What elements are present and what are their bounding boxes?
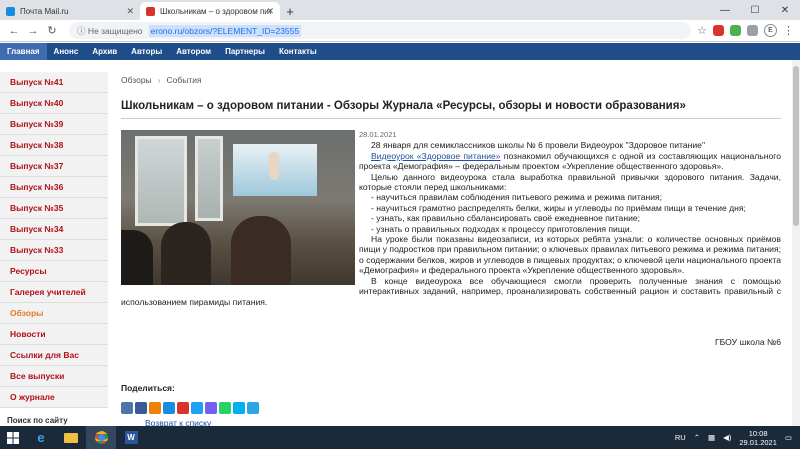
share-label: Поделиться:: [121, 383, 175, 393]
sidebar-item-issue-33[interactable]: Выпуск №33: [0, 240, 108, 261]
language-indicator[interactable]: RU: [675, 433, 686, 442]
system-tray: RU ⌃ ▦ ◀) 10:08 29.01.2021 ▭: [675, 426, 792, 449]
window-controls: — ☐ ✕: [710, 0, 800, 20]
scrollbar-thumb[interactable]: [793, 66, 799, 226]
nav-contacts[interactable]: Контакты: [272, 43, 324, 60]
sidebar: Выпуск №41 Выпуск №40 Выпуск №39 Выпуск …: [0, 72, 108, 426]
breadcrumb-events[interactable]: События: [167, 75, 202, 85]
sidebar-item-issue-37[interactable]: Выпуск №37: [0, 156, 108, 177]
forward-icon[interactable]: →: [25, 25, 41, 37]
sidebar-item-issue-34[interactable]: Выпуск №34: [0, 219, 108, 240]
sidebar-item-issue-35[interactable]: Выпуск №35: [0, 198, 108, 219]
breadcrumb-reviews[interactable]: Обзоры: [121, 75, 152, 85]
breadcrumb: Обзоры › События: [121, 72, 781, 88]
site-search-label: Поиск по сайту: [7, 416, 68, 425]
address-bar: ← → ↻ ⓘ Не защищено erono.ru/obzors/?ELE…: [0, 20, 800, 42]
whatsapp-icon[interactable]: [219, 402, 231, 414]
tray-arrow-icon[interactable]: ⌃: [694, 433, 700, 442]
mail-favicon-icon: [6, 6, 15, 16]
clock-time: 10:08: [748, 428, 768, 438]
sidebar-item-all-issues[interactable]: Все выпуски: [0, 366, 108, 387]
new-tab-button[interactable]: +: [280, 2, 300, 20]
network-icon[interactable]: ▦: [708, 433, 715, 442]
breadcrumb-separator: ›: [157, 75, 161, 85]
security-indicator[interactable]: ⓘ Не защищено: [77, 25, 143, 37]
close-window-icon[interactable]: ✕: [770, 0, 800, 20]
tab-label: Почта Mail.ru: [20, 6, 69, 16]
profile-avatar[interactable]: E: [764, 24, 777, 37]
maximize-icon[interactable]: ☐: [740, 0, 770, 20]
sidebar-item-gallery[interactable]: Галерея учителей: [0, 282, 108, 303]
twitter-icon[interactable]: [191, 402, 203, 414]
photo-spacer: [121, 130, 359, 288]
sidebar-item-issue-40[interactable]: Выпуск №40: [0, 93, 108, 114]
nav-home[interactable]: Главная: [0, 43, 47, 60]
url-text[interactable]: erono.ru/obzors/?ELEMENT_ID=23555: [148, 24, 302, 37]
windows-taskbar: e W RU ⌃ ▦ ◀) 10:08 29.01.2021 ▭: [0, 426, 800, 449]
notifications-icon[interactable]: ▭: [785, 433, 792, 442]
facebook-icon[interactable]: [135, 402, 147, 414]
tab-label: Школьникам – о здоровом пит: [160, 6, 273, 16]
nav-authors[interactable]: Авторы: [124, 43, 169, 60]
explorer-folder-icon[interactable]: [56, 426, 86, 449]
url-input[interactable]: ⓘ Не защищено erono.ru/obzors/?ELEMENT_I…: [69, 22, 692, 39]
main-content: Обзоры › События Школьникам – о здоровом…: [121, 72, 781, 347]
sidebar-item-issue-36[interactable]: Выпуск №36: [0, 177, 108, 198]
volume-icon[interactable]: ◀): [723, 433, 731, 442]
back-icon[interactable]: ←: [6, 25, 22, 37]
sidebar-item-about[interactable]: О журнале: [0, 387, 108, 408]
clock[interactable]: 10:08 29.01.2021: [739, 429, 777, 447]
sidebar-item-issue-41[interactable]: Выпуск №41: [0, 72, 108, 93]
vk-icon[interactable]: [121, 402, 133, 414]
nav-partners[interactable]: Партнеры: [218, 43, 272, 60]
sidebar-item-issue-39[interactable]: Выпуск №39: [0, 114, 108, 135]
reload-icon[interactable]: ↻: [44, 24, 60, 37]
clock-date: 29.01.2021: [739, 437, 777, 447]
puzzle-icon[interactable]: [747, 25, 758, 36]
video-lesson-link[interactable]: Видеоурок «Здоровое питание»: [371, 151, 501, 161]
chrome-icon[interactable]: [86, 426, 116, 449]
ie-icon[interactable]: e: [26, 426, 56, 449]
sidebar-item-reviews[interactable]: Обзоры: [0, 303, 108, 324]
share-icons: [121, 402, 259, 414]
menu-icon[interactable]: ⋮: [783, 24, 794, 37]
extension-icon[interactable]: [713, 25, 724, 36]
site-navigation: Главная Анонс Архив Авторы Автором Партн…: [0, 43, 800, 60]
tab-article[interactable]: Школьникам – о здоровом пит ✕: [140, 2, 280, 20]
moimir-icon[interactable]: [177, 402, 189, 414]
site-favicon-icon: [146, 6, 155, 16]
nav-archive[interactable]: Архив: [85, 43, 124, 60]
odnoklassniki-icon[interactable]: [149, 402, 161, 414]
sidebar-item-links[interactable]: Ссылки для Вас: [0, 345, 108, 366]
sidebar-item-news[interactable]: Новости: [0, 324, 108, 345]
article-body: 28.01.2021 28 января для семиклассников …: [121, 130, 781, 347]
sidebar-item-issue-38[interactable]: Выпуск №38: [0, 135, 108, 156]
telegram-icon[interactable]: [247, 402, 259, 414]
windows-start-icon[interactable]: [0, 426, 26, 449]
share-block: Поделиться:: [121, 383, 259, 414]
minimize-icon[interactable]: —: [710, 0, 740, 20]
close-tab-icon[interactable]: ✕: [126, 6, 134, 17]
mailru-icon[interactable]: [163, 402, 175, 414]
browser-tab-bar: Почта Mail.ru ✕ Школьникам – о здоровом …: [0, 0, 800, 20]
word-icon[interactable]: W: [116, 426, 146, 449]
page-title: Школьникам – о здоровом питании - Обзоры…: [121, 100, 781, 119]
article-signature: ГБОУ школа №6: [714, 336, 781, 347]
page-scrollbar[interactable]: [792, 60, 800, 426]
viber-icon[interactable]: [205, 402, 217, 414]
bookmark-star-icon[interactable]: ☆: [697, 24, 707, 37]
nav-announce[interactable]: Анонс: [47, 43, 86, 60]
tab-mail[interactable]: Почта Mail.ru ✕: [0, 2, 140, 20]
close-tab-icon[interactable]: ✕: [266, 6, 274, 17]
skype-icon[interactable]: [233, 402, 245, 414]
download-extension-icon[interactable]: [730, 25, 741, 36]
extensions: ☆ E ⋮: [697, 24, 794, 37]
nav-for-authors[interactable]: Автором: [169, 43, 218, 60]
sidebar-item-resources[interactable]: Ресурсы: [0, 261, 108, 282]
